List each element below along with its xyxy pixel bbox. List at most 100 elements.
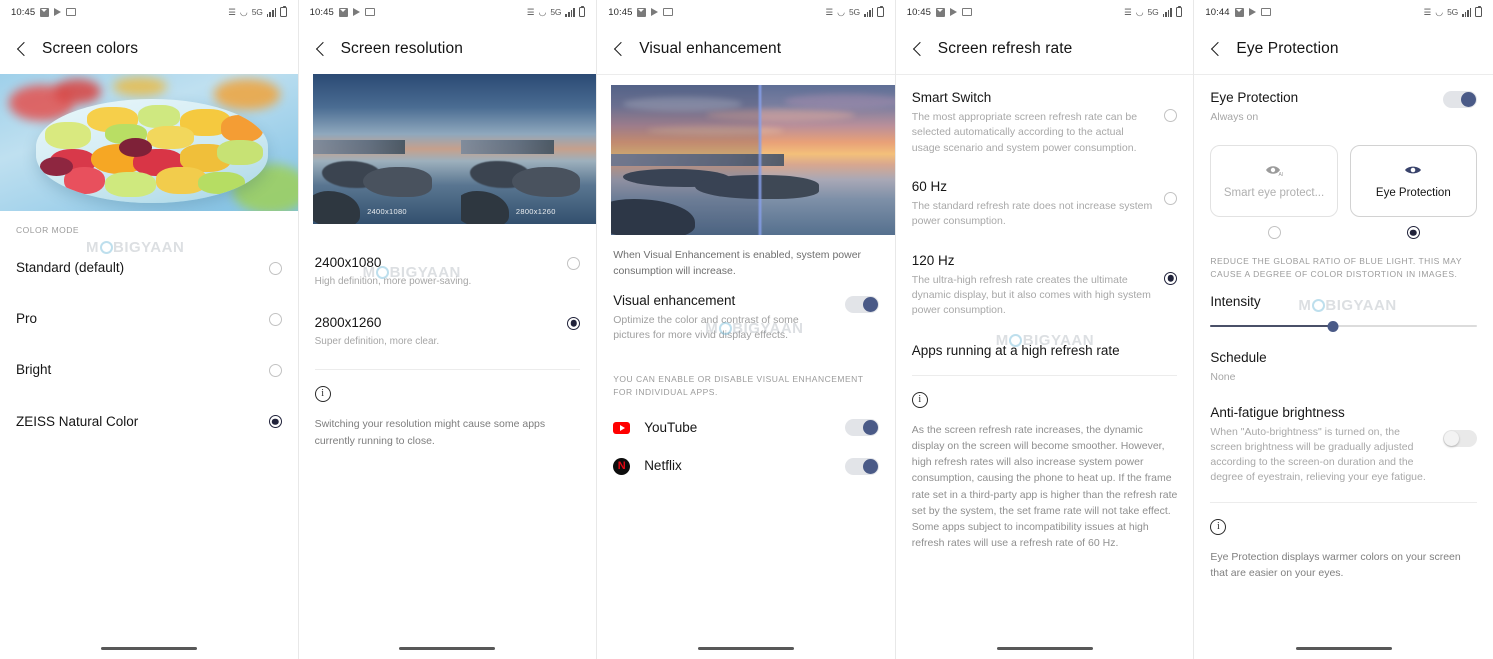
slider-fill: [1210, 324, 1333, 328]
info-text: As the screen refresh rate increases, th…: [911, 423, 1178, 550]
color-mode-section-header: COLOR MODE: [16, 225, 80, 235]
card-icon: [1260, 8, 1271, 16]
eye-protection-toggle-row[interactable]: Eye Protection Always on: [1194, 75, 1493, 133]
schedule-row[interactable]: Schedule None: [1194, 333, 1493, 395]
signal-icon: [266, 7, 277, 17]
card-smart-eye-protection[interactable]: AI Smart eye protect...: [1210, 145, 1338, 218]
toggle-label: Eye Protection: [1210, 90, 1299, 105]
play-icon: [1248, 8, 1256, 16]
status-bar-right: ☰ ◡ 5G: [1424, 5, 1482, 17]
back-icon[interactable]: [315, 43, 327, 55]
youtube-toggle[interactable]: [844, 419, 879, 437]
radio-2800x1260[interactable]: [567, 316, 581, 330]
message-icon: [40, 7, 50, 17]
info-icon: [911, 391, 928, 408]
radio-pro[interactable]: [268, 312, 282, 326]
status-bar: 10:45 ☰ ◡ 5G: [299, 0, 597, 24]
app-bar: Screen refresh rate: [896, 24, 1194, 74]
app-name: Netflix: [644, 457, 682, 473]
youtube-icon: [613, 419, 631, 436]
back-icon[interactable]: [613, 43, 625, 55]
back-icon[interactable]: [1210, 43, 1222, 55]
option-row-60hz[interactable]: 60 Hz The standard refresh rate does not…: [896, 166, 1194, 240]
page-title: Visual enhancement: [639, 40, 782, 57]
option-label: Bright: [16, 362, 52, 378]
radio-smart-eye-protection[interactable]: [1267, 226, 1281, 240]
comparison-divider: [757, 85, 763, 235]
resolution-info-block: Switching your resolution might cause so…: [299, 370, 597, 465]
visual-enhancement-preview-image: [611, 85, 895, 235]
netflix-toggle[interactable]: [844, 457, 879, 475]
home-indicator: [697, 646, 794, 650]
wifi-icon: ◡: [239, 6, 248, 17]
anti-fatigue-sublabel: When "Auto-brightness" is turned on, the…: [1210, 425, 1426, 484]
apps-high-refresh-row[interactable]: Apps running at a high refresh rate: [896, 328, 1194, 374]
status-bar: 10:45 ☰ ◡ 5G: [597, 0, 895, 24]
blue-light-section-header: REDUCE THE GLOBAL RATIO OF BLUE LIGHT. T…: [1210, 256, 1462, 280]
home-indicator: [100, 646, 197, 650]
panel-eye-protection: 10:44 ☰ ◡ 5G Eye Protection Eye Protecti…: [1194, 0, 1493, 659]
network-label: 5G: [251, 7, 263, 17]
battery-icon: [877, 5, 884, 17]
option-sublabel: Super definition, more clear.: [314, 335, 440, 347]
info-text: Switching your resolution might cause so…: [314, 418, 546, 447]
visual-enhancement-toggle-row[interactable]: Visual enhancement Optimize the color an…: [597, 280, 895, 358]
vibrate-icon: ☰: [825, 6, 834, 17]
panel-screen-resolution: 10:45 ☰ ◡ 5G Screen resolution 2400x1080: [298, 0, 598, 659]
option-row-bright[interactable]: Bright: [0, 347, 298, 398]
radio-smart-switch[interactable]: [1164, 109, 1178, 122]
radio-zeiss[interactable]: [268, 415, 282, 429]
resolution-label-right: 2800x1260: [515, 207, 556, 216]
card-eye-protection[interactable]: Eye Protection: [1349, 145, 1477, 218]
option-row-standard[interactable]: Standard (default): [0, 245, 298, 296]
app-row-youtube[interactable]: YouTube: [597, 409, 895, 447]
radio-bright[interactable]: [268, 364, 282, 378]
page-title: Eye Protection: [1236, 40, 1339, 57]
option-sublabel: The standard refresh rate does not incre…: [911, 200, 1153, 228]
status-time: 10:45: [608, 6, 633, 18]
card-icon: [962, 8, 973, 16]
status-bar-left: 10:44: [1205, 6, 1271, 18]
status-time: 10:44: [1205, 6, 1230, 18]
intensity-slider-wrap: [1194, 311, 1493, 333]
netflix-icon: N: [613, 457, 631, 475]
option-label: Smart Switch: [911, 90, 992, 105]
signal-icon: [863, 7, 874, 17]
slider-thumb[interactable]: [1327, 320, 1339, 332]
eye-protection-toggle[interactable]: [1442, 91, 1477, 108]
option-label: 60 Hz: [911, 178, 948, 194]
visual-enhancement-toggle[interactable]: [844, 295, 879, 313]
card-label: Eye Protection: [1375, 187, 1451, 200]
fruit-bowl-preview-image: [0, 74, 298, 211]
back-icon[interactable]: [912, 43, 924, 55]
individual-apps-section-header: YOU CAN ENABLE OR DISABLE VISUAL ENHANCE…: [613, 374, 864, 397]
screenshot-strip: 10:45 ☰ ◡ 5G Screen colors COLOR MODE M …: [0, 0, 1493, 659]
back-icon[interactable]: [16, 43, 28, 55]
app-row-netflix[interactable]: N Netflix: [597, 447, 895, 485]
status-time: 10:45: [309, 6, 334, 18]
vibrate-icon: ☰: [228, 6, 236, 17]
radio-120hz[interactable]: [1164, 271, 1178, 285]
option-row-2400x1080[interactable]: 2400x1080 High definition, more power-sa…: [299, 242, 597, 302]
radio-standard[interactable]: [268, 261, 282, 275]
option-sublabel: High definition, more power-saving.: [314, 276, 472, 288]
card-label: Smart eye protect...: [1223, 187, 1325, 200]
option-row-120hz[interactable]: 120 Hz The ultra-high refresh rate creat…: [896, 240, 1194, 329]
radio-60hz[interactable]: [1164, 191, 1178, 205]
radio-eye-protection[interactable]: [1406, 226, 1420, 240]
wifi-icon: ◡: [837, 6, 845, 17]
intensity-slider[interactable]: [1210, 319, 1477, 333]
option-sublabel: The ultra-high refresh rate creates the …: [911, 273, 1151, 317]
option-row-pro[interactable]: Pro: [0, 296, 298, 347]
app-name: YouTube: [644, 419, 698, 435]
network-label: 5G: [848, 7, 860, 17]
option-row-2800x1260[interactable]: 2800x1260 Super definition, more clear.: [299, 302, 597, 362]
option-row-zeiss[interactable]: ZEISS Natural Color: [0, 399, 298, 450]
info-icon: [1210, 518, 1227, 535]
home-indicator: [996, 646, 1093, 650]
anti-fatigue-toggle[interactable]: [1442, 429, 1477, 447]
eye-mode-cards: AI Smart eye protect... Eye Protection: [1194, 133, 1493, 218]
option-row-smart-switch[interactable]: Smart Switch The most appropriate screen…: [896, 75, 1194, 166]
anti-fatigue-row[interactable]: Anti-fatigue brightness When "Auto-brigh…: [1194, 396, 1493, 496]
radio-2400x1080[interactable]: [567, 257, 581, 270]
